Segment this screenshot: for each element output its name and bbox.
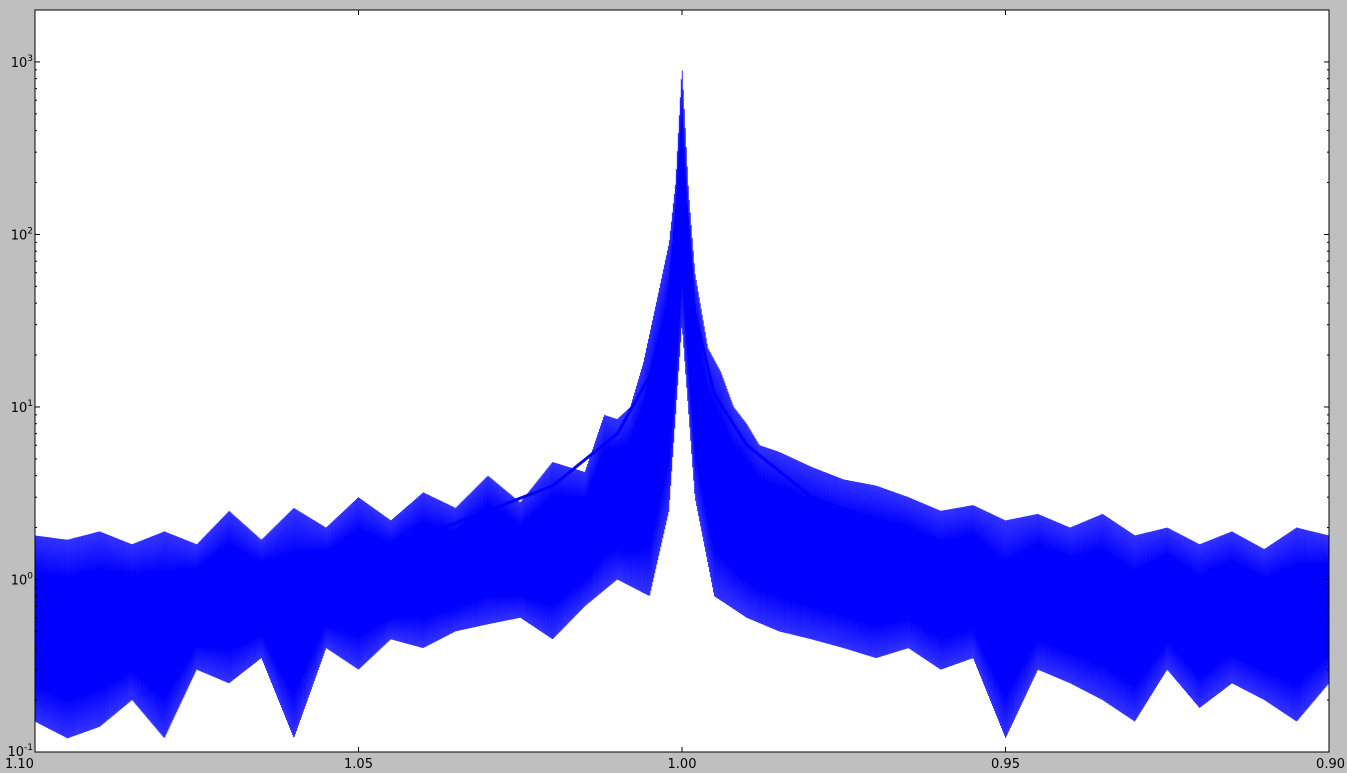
x-tick-label: 1.05 xyxy=(344,757,373,772)
chart: 1.10 1.05 1.00 0.95 0.9010-1100101102103 xyxy=(5,9,1345,772)
x-tick-label: 1.00 xyxy=(668,757,697,772)
y-tick-label: 100 xyxy=(11,571,34,588)
y-tick-label: 103 xyxy=(11,54,33,71)
y-tick-label: 101 xyxy=(11,399,33,416)
y-tick-label: 102 xyxy=(11,226,33,243)
x-tick-label: 0.95 xyxy=(991,757,1020,772)
x-tick-label: 0.90 xyxy=(1316,757,1345,772)
